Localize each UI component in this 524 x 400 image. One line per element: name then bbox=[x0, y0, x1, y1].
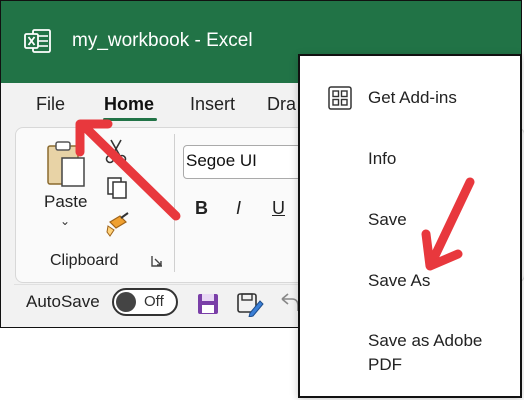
window-title: my_workbook - Excel bbox=[72, 30, 253, 51]
italic-button[interactable]: I bbox=[236, 198, 241, 219]
menu-item-get-add-ins[interactable]: Get Add-ins bbox=[368, 88, 457, 108]
save-icon[interactable] bbox=[196, 292, 220, 316]
active-tab-indicator bbox=[103, 118, 157, 121]
menu-item-save-as-adobe-pdf[interactable]: Save as Adobe PDF bbox=[368, 329, 508, 377]
chevron-down-icon[interactable]: ⌄ bbox=[60, 214, 70, 228]
toggle-state-label: Off bbox=[144, 293, 164, 310]
underline-button[interactable]: U bbox=[272, 198, 285, 219]
tab-file[interactable]: File bbox=[36, 94, 65, 115]
toggle-knob bbox=[116, 292, 136, 312]
autosave-label: AutoSave bbox=[26, 292, 100, 311]
scissors-icon[interactable] bbox=[104, 138, 128, 164]
save-edit-icon[interactable] bbox=[236, 291, 264, 317]
undo-icon[interactable] bbox=[278, 291, 300, 313]
menu-item-info[interactable]: Info bbox=[368, 149, 396, 169]
menu-item-save[interactable]: Save bbox=[368, 210, 407, 230]
font-name-value: Segoe UI bbox=[186, 151, 257, 170]
copy-icon[interactable] bbox=[106, 176, 128, 200]
dialog-launcher-icon[interactable] bbox=[150, 254, 164, 268]
excel-logo-icon bbox=[24, 29, 51, 53]
paste-button[interactable]: Paste bbox=[44, 192, 87, 212]
format-painter-icon[interactable] bbox=[106, 212, 130, 238]
group-divider bbox=[174, 134, 175, 272]
tab-insert[interactable]: Insert bbox=[190, 94, 235, 115]
tab-home[interactable]: Home bbox=[104, 94, 154, 115]
add-ins-grid-icon bbox=[328, 86, 352, 110]
tab-draw[interactable]: Dra bbox=[267, 94, 296, 115]
clipboard-icon[interactable] bbox=[44, 140, 88, 188]
menu-item-save-as[interactable]: Save As bbox=[368, 271, 430, 291]
bold-button[interactable]: B bbox=[195, 198, 208, 219]
clipboard-group-label: Clipboard bbox=[50, 252, 119, 269]
